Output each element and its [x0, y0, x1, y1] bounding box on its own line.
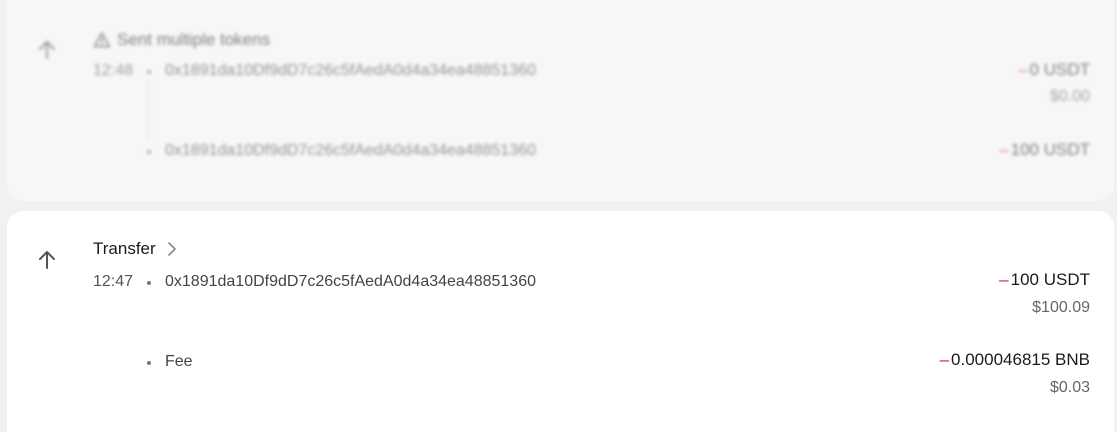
minus-sign: –: [999, 270, 1009, 289]
transaction-title: Transfer: [93, 239, 156, 258]
recipient-address: 0x1891da10Df9dD7c26c5fAedA0d4a34ea488513…: [165, 142, 536, 159]
transaction-card-multi[interactable]: Sent multiple tokens 12:48 0x1891da10Df9…: [7, 0, 1114, 201]
bullet-dot: [147, 281, 151, 285]
bullet-dot: [147, 70, 151, 74]
minus-sign: –: [939, 350, 950, 369]
transaction-title-row: Sent multiple tokens: [93, 30, 270, 50]
fee-label: Fee: [165, 353, 193, 370]
minus-sign: –: [999, 140, 1009, 159]
transaction-time: 12:48: [93, 62, 134, 79]
fee-amount-text: 0.000046815 BNB: [951, 350, 1090, 369]
recipient-address[interactable]: 0x1891da10Df9dD7c26c5fAedA0d4a34ea488513…: [165, 273, 536, 291]
transaction-title: Sent multiple tokens: [117, 30, 271, 49]
activity-list: Sent multiple tokens 12:48 0x1891da10Df9…: [0, 0, 1117, 432]
recipient-address: 0x1891da10Df9dD7c26c5fAedA0d4a34ea488513…: [165, 62, 536, 79]
transaction-title-row[interactable]: Transfer: [93, 239, 178, 259]
amount-text: 100 USDT: [1010, 270, 1090, 289]
transaction-card-transfer[interactable]: Transfer 12:47 0x1891da10Df9dD7c26c5fAed…: [7, 211, 1114, 432]
amount-value: –100 USDT: [999, 140, 1090, 160]
warning-icon: [93, 32, 111, 48]
amount-value: –100 USDT: [999, 270, 1090, 290]
bullet-dot: [147, 150, 151, 154]
fee-amount: –0.000046815 BNB: [940, 350, 1090, 370]
minus-sign: –: [1018, 60, 1028, 79]
arrow-up-icon: [39, 251, 55, 269]
fiat-value: $100.09: [1032, 299, 1090, 316]
fiat-value: $0.00: [1049, 88, 1090, 105]
amount-text: 0 USDT: [1029, 60, 1090, 79]
amount-text: 100 USDT: [1010, 140, 1090, 159]
transaction-time: 12:47: [93, 273, 134, 290]
bullet-dot: [147, 361, 151, 365]
connector-line: [148, 80, 149, 140]
amount-value: –0 USDT: [1018, 60, 1090, 80]
arrow-up-icon: [39, 41, 55, 59]
chevron-right-icon[interactable]: [166, 241, 178, 257]
fee-fiat-value: $0.03: [1049, 379, 1090, 396]
